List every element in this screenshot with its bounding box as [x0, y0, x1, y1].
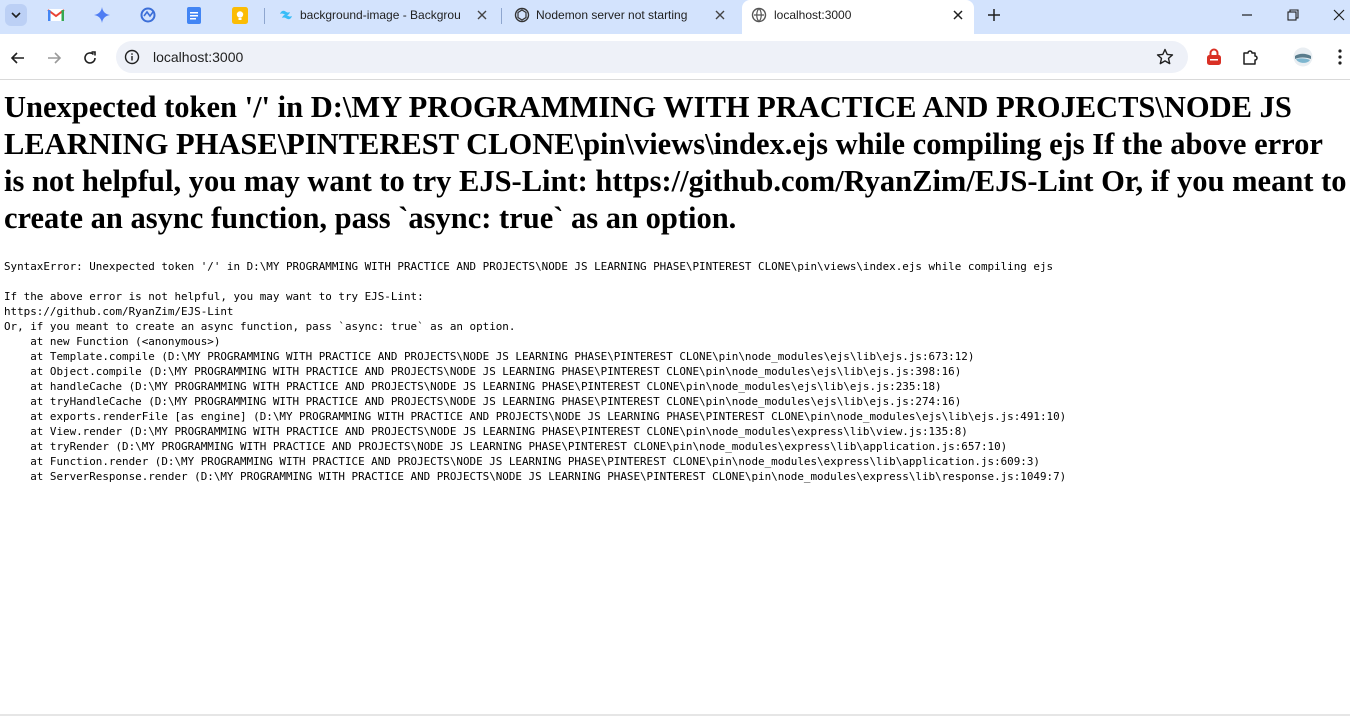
- tab-background-image[interactable]: background-image - Backgrou: [266, 0, 500, 34]
- pinned-tab-keep[interactable]: [226, 4, 254, 26]
- reload-button[interactable]: [78, 46, 102, 70]
- extension-button[interactable]: [1204, 47, 1224, 67]
- page-content: Unexpected token '/' in D:\MY PROGRAMMIN…: [0, 81, 1350, 714]
- gemini-icon: [94, 7, 110, 23]
- info-icon[interactable]: [124, 49, 140, 65]
- tab-title: background-image - Backgrou: [300, 8, 461, 22]
- close-icon: [1333, 9, 1345, 21]
- profile-button[interactable]: [1293, 47, 1313, 67]
- docs-icon: [187, 6, 201, 24]
- puzzle-icon: [1243, 50, 1258, 65]
- error-stack-trace: SyntaxError: Unexpected token '/' in D:\…: [4, 260, 1067, 483]
- plus-icon: [988, 9, 1000, 21]
- close-icon[interactable]: [474, 7, 490, 23]
- tailwind-icon: [280, 10, 292, 20]
- forward-arrow-icon: [48, 52, 62, 64]
- close-window-button[interactable]: [1328, 4, 1350, 26]
- gmail-icon: [47, 9, 65, 21]
- tab-nodemon[interactable]: Nodemon server not starting: [502, 0, 740, 34]
- reload-icon: [84, 51, 96, 64]
- forward-button[interactable]: [42, 46, 66, 70]
- back-button[interactable]: [6, 46, 30, 70]
- pinned-tab-gemini[interactable]: [88, 4, 116, 26]
- address-bar-url[interactable]: localhost:3000: [153, 49, 243, 65]
- close-icon[interactable]: [950, 7, 966, 23]
- tab-localhost[interactable]: localhost:3000: [742, 0, 974, 34]
- address-bar[interactable]: localhost:3000: [116, 41, 1188, 73]
- close-icon[interactable]: [712, 7, 728, 23]
- tab-title: Nodemon server not starting: [536, 8, 688, 22]
- extension-lock-icon: [1207, 48, 1221, 65]
- bookmark-star-icon[interactable]: [1156, 48, 1174, 66]
- tab-separator: [264, 8, 265, 24]
- tab-title: localhost:3000: [774, 8, 852, 22]
- more-vert-icon: [1338, 49, 1342, 65]
- keep-icon: [232, 6, 248, 24]
- browser-menu-button[interactable]: [1330, 47, 1350, 67]
- error-heading: Unexpected token '/' in D:\MY PROGRAMMIN…: [4, 90, 1347, 235]
- new-tab-button[interactable]: [983, 4, 1005, 26]
- app-icon: [140, 7, 156, 23]
- chevron-down-icon: [11, 12, 21, 19]
- browser-toolbar: localhost:3000: [0, 34, 1350, 80]
- restore-button[interactable]: [1282, 4, 1304, 26]
- tab-search-button[interactable]: [5, 4, 27, 26]
- extensions-menu-button[interactable]: [1240, 47, 1260, 67]
- chatgpt-icon: [514, 7, 530, 23]
- minimize-button[interactable]: [1236, 4, 1258, 26]
- back-arrow-icon: [10, 52, 24, 64]
- avatar: [1293, 47, 1313, 67]
- minimize-icon: [1242, 14, 1252, 16]
- restore-icon: [1287, 9, 1299, 21]
- pinned-tab-app[interactable]: [134, 4, 162, 26]
- pinned-tab-docs[interactable]: [180, 4, 208, 26]
- pinned-tab-gmail[interactable]: [42, 4, 70, 26]
- tab-strip: background-image - Backgrou Nodemon serv…: [0, 0, 1350, 34]
- globe-icon: [751, 7, 767, 23]
